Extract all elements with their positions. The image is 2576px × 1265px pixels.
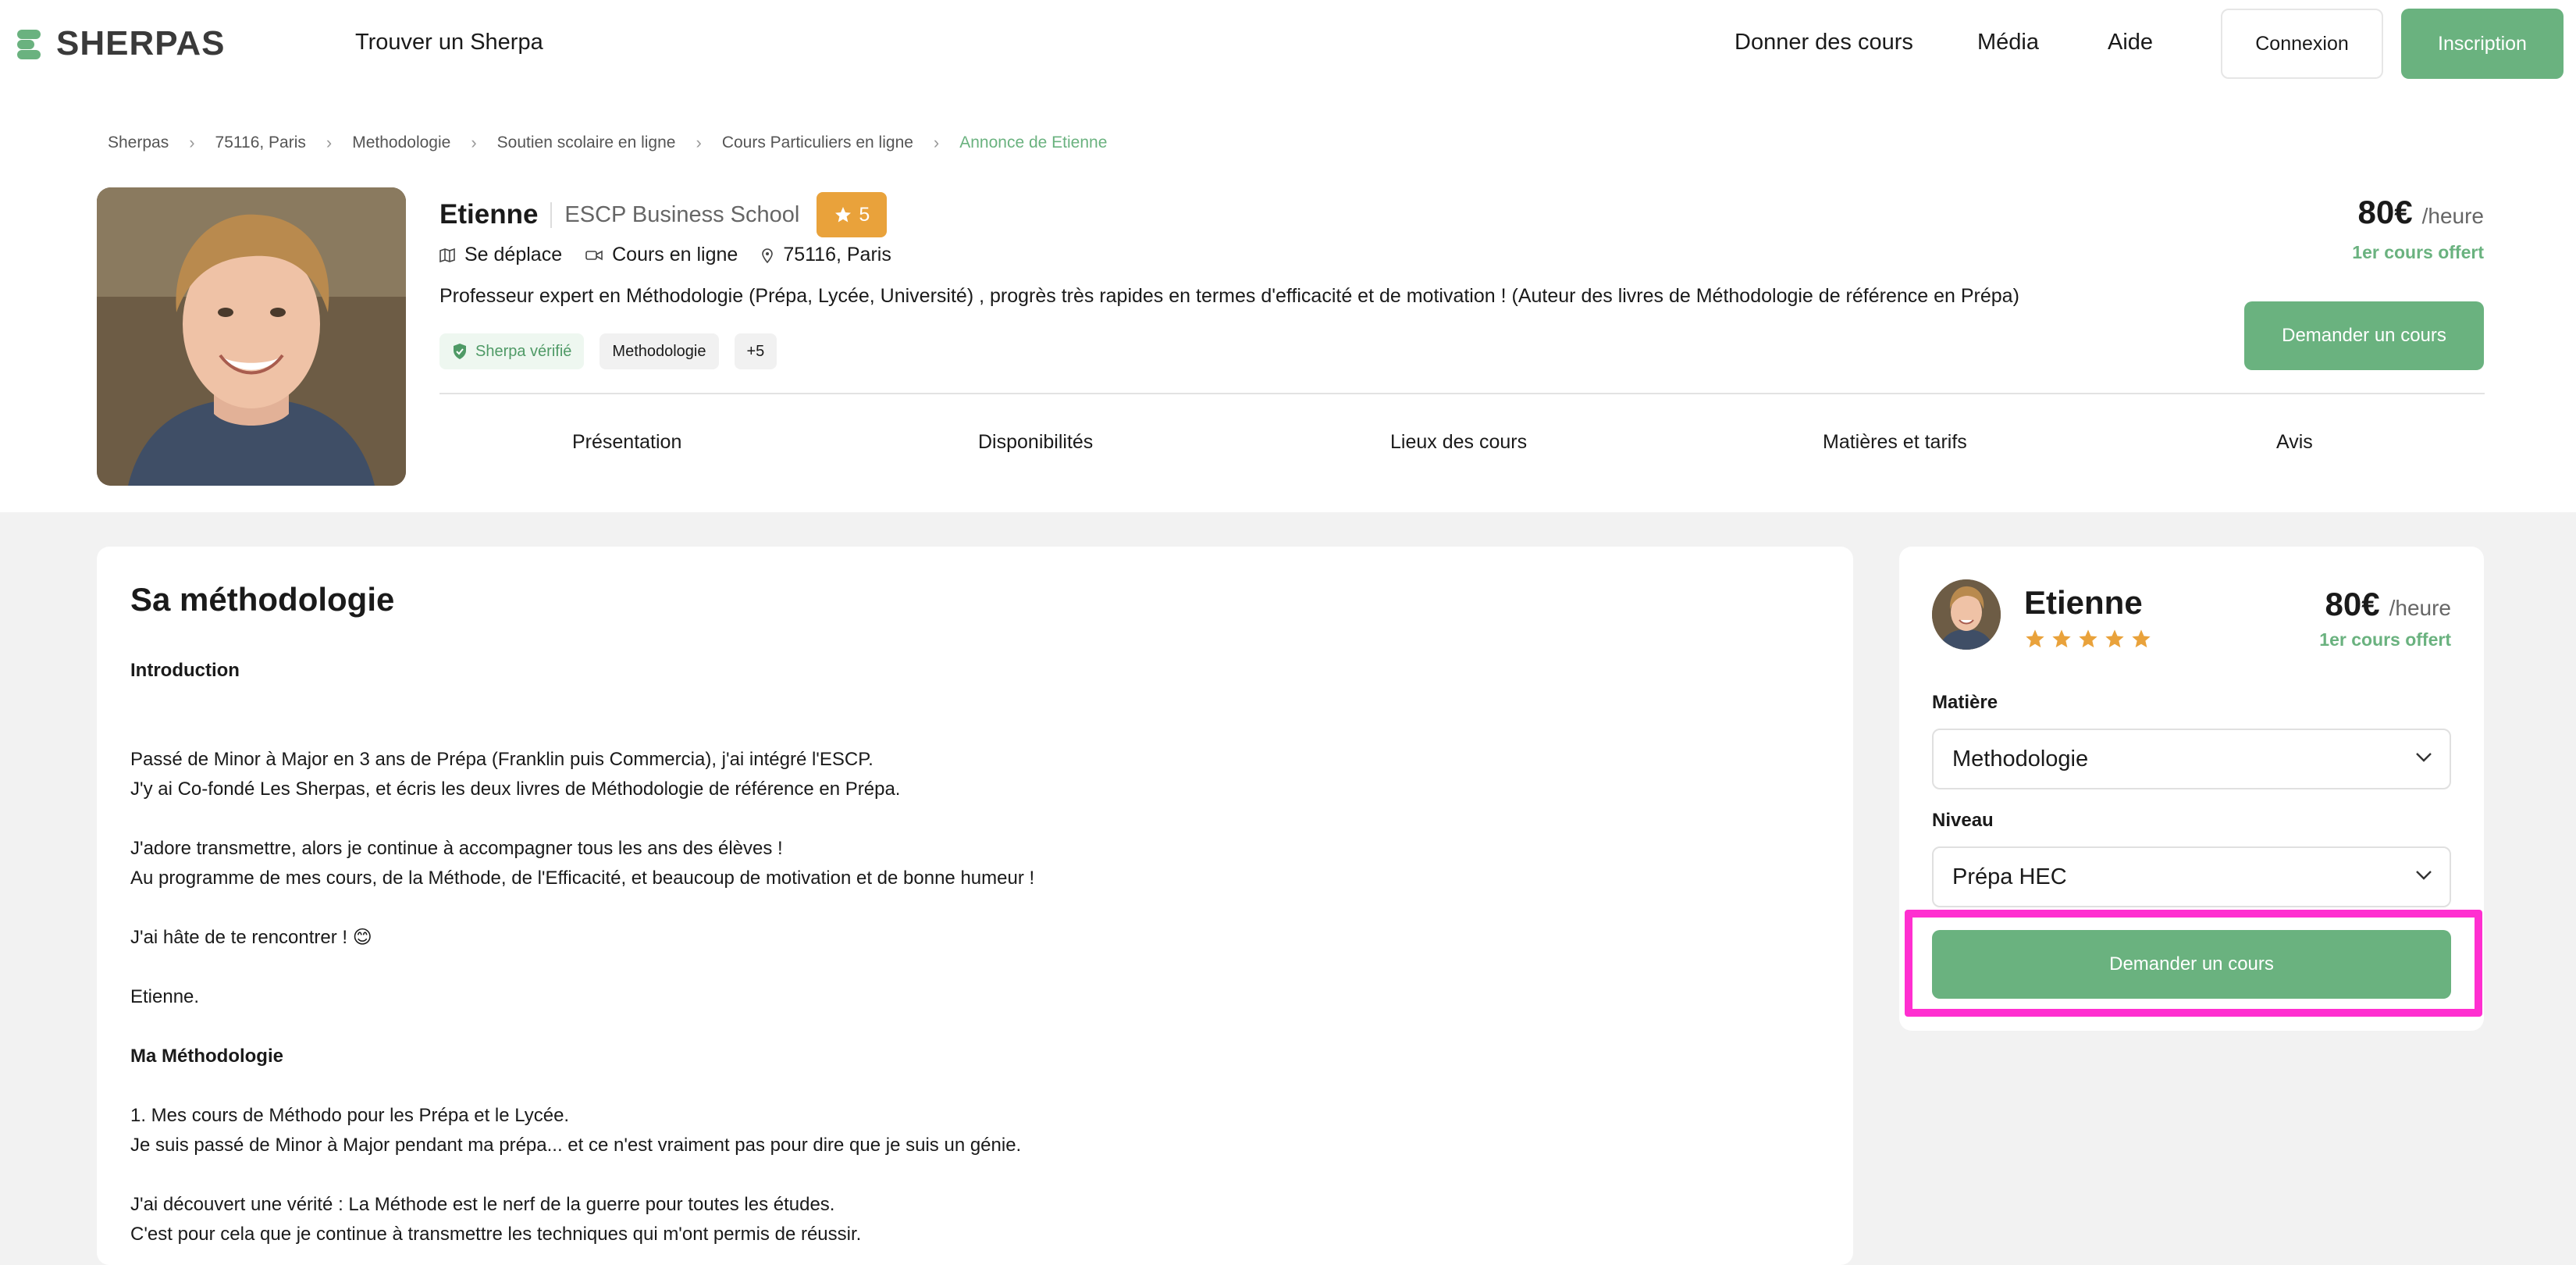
tutor-photo (97, 187, 406, 486)
breadcrumb-item[interactable]: Soutien scolaire en ligne (497, 134, 676, 152)
first-lesson-offer: 1er cours offert (2319, 629, 2451, 650)
text-line: J'ai découvert une vérité : La Méthode e… (130, 1194, 835, 1215)
logo[interactable]: SHERPAS (17, 24, 226, 62)
star-icon (2105, 629, 2124, 648)
sidebar-request-lesson-button[interactable]: Demander un cours (1932, 930, 2451, 999)
shield-check-icon (454, 344, 466, 359)
text-line: Au programme de mes cours, de la Méthode… (130, 868, 1035, 889)
location-pin-icon (762, 248, 774, 263)
divider (439, 393, 2485, 394)
price-value: 80€ (2325, 586, 2380, 622)
text-line: J'adore transmettre, alors je continue à… (130, 838, 783, 859)
subject-select-value: Methodologie (1952, 746, 2089, 771)
breadcrumb-current: Annonce de Etienne (959, 134, 1108, 151)
tutor-school: ESCP Business School (550, 201, 799, 228)
navbar: SHERPAS Trouver un Sherpa Donner des cou… (0, 0, 2576, 87)
section-title: Sa méthodologie (130, 581, 395, 618)
sidebar-price: 80€ /heure (2325, 586, 2451, 623)
nav-link-donner-des-cours[interactable]: Donner des cours (1735, 30, 1913, 55)
methodology-card: Sa méthodologie Introduction Passé de Mi… (97, 547, 1853, 1265)
more-tags-button[interactable]: +5 (734, 333, 777, 369)
logo-mark-icon (17, 28, 44, 59)
text-line: Etienne. (130, 986, 200, 1007)
star-icon (2079, 629, 2097, 648)
first-lesson-offer: 1er cours offert (2352, 242, 2484, 262)
star-rating (2024, 628, 2152, 650)
text-line: J'y ai Co-fondé Les Sherpas, et écris le… (130, 779, 901, 800)
avatar (1932, 579, 2001, 650)
nav-find-sherpa[interactable]: Trouver un Sherpa (355, 30, 543, 55)
chevron-right-icon: › (471, 133, 477, 152)
tutor-name: Etienne (439, 199, 539, 230)
chevron-down-icon (2416, 753, 2432, 762)
subject-select[interactable]: Methodologie (1932, 729, 2451, 789)
request-lesson-button[interactable]: Demander un cours (2244, 301, 2484, 370)
level-select-value: Prépa HEC (1952, 864, 2067, 889)
chevron-down-icon (2416, 871, 2432, 880)
nav-link-media[interactable]: Média (1977, 30, 2039, 55)
profile-tabs: Présentation Disponibilités Lieux des co… (439, 414, 2485, 476)
login-button[interactable]: Connexion (2221, 9, 2383, 79)
sidebar-tutor-name: Etienne (2024, 584, 2143, 621)
tab-disponibilites[interactable]: Disponibilités (978, 431, 1093, 454)
subject-label: Matière (1932, 692, 1998, 713)
rating-value: 5 (859, 203, 870, 226)
level-label: Niveau (1932, 810, 1994, 831)
star-icon (2026, 629, 2044, 648)
tutor-identity: Etienne ESCP Business School 5 (439, 192, 888, 237)
breadcrumb-item[interactable]: 75116, Paris (215, 134, 306, 152)
meta-travel: Se déplace (439, 244, 562, 266)
tutor-tags: Sherpa vérifié Methodologie +5 (439, 333, 777, 369)
text-line: 1. Mes cours de Méthodo pour les Prépa e… (130, 1105, 570, 1126)
text-line: J'ai hâte de te rencontrer ! 😊 (130, 927, 372, 948)
breadcrumb-item[interactable]: Cours Particuliers en ligne (722, 134, 913, 152)
intro-heading: Introduction (130, 660, 240, 681)
verified-badge: Sherpa vérifié (439, 333, 585, 369)
tab-avis[interactable]: Avis (2276, 431, 2313, 454)
star-icon (2132, 629, 2151, 648)
tab-matieres-tarifs[interactable]: Matières et tarifs (1823, 431, 1967, 454)
tab-lieux[interactable]: Lieux des cours (1390, 431, 1527, 454)
star-icon (835, 207, 852, 223)
logo-text: SHERPAS (56, 24, 226, 62)
methodology-text: Introduction Passé de Minor à Major en 3… (130, 656, 1770, 1249)
tutor-meta: Se déplace Cours en ligne 75116, Paris (439, 244, 915, 266)
star-icon (2052, 629, 2071, 648)
price-unit: /heure (2389, 596, 2451, 620)
level-select[interactable]: Prépa HEC (1932, 846, 2451, 907)
rating-badge: 5 (817, 192, 888, 237)
price-unit: /heure (2421, 204, 2484, 228)
meta-online: Cours en ligne (585, 244, 738, 266)
video-icon (585, 250, 603, 260)
chevron-right-icon: › (189, 133, 195, 152)
chevron-right-icon: › (696, 133, 702, 152)
subject-tag[interactable]: Methodologie (600, 333, 719, 369)
breadcrumb-item[interactable]: Sherpas (108, 134, 169, 152)
signup-button[interactable]: Inscription (2401, 9, 2564, 79)
tab-presentation[interactable]: Présentation (572, 431, 681, 454)
map-icon (439, 248, 455, 262)
meta-location: 75116, Paris (761, 244, 891, 266)
text-line: Je suis passé de Minor à Major pendant m… (130, 1135, 1022, 1156)
method-heading: Ma Méthodologie (130, 1046, 283, 1067)
price-header: 80€ /heure (2358, 194, 2484, 231)
text-line: Passé de Minor à Major en 3 ans de Prépa… (130, 749, 873, 770)
chevron-right-icon: › (326, 133, 333, 152)
price-value: 80€ (2357, 194, 2413, 230)
tutor-tagline: Professeur expert en Méthodologie (Prépa… (439, 285, 2019, 307)
nav-link-aide[interactable]: Aide (2108, 30, 2153, 55)
breadcrumb: Sherpas › 75116, Paris › Methodologie › … (108, 133, 1107, 153)
chevron-right-icon: › (933, 133, 940, 152)
text-line: C'est pour cela que je continue à transm… (130, 1224, 862, 1245)
breadcrumb-item[interactable]: Methodologie (352, 134, 450, 152)
